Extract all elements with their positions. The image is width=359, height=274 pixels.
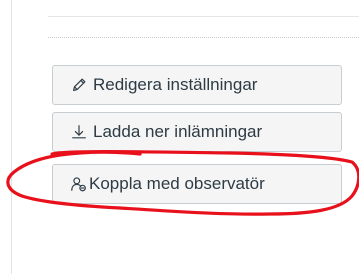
content-left-border <box>11 0 12 274</box>
link-observer-label: Koppla med observatör <box>89 174 265 193</box>
download-submissions-button[interactable]: Ladda ner inlämningar <box>52 112 342 152</box>
edit-settings-label: Redigera inställningar <box>93 75 258 94</box>
download-icon <box>69 122 89 142</box>
section-divider <box>48 16 359 17</box>
observer-icon <box>69 174 89 194</box>
download-submissions-label: Ladda ner inlämningar <box>93 122 263 141</box>
edit-settings-button[interactable]: Redigera inställningar <box>52 65 342 105</box>
link-observer-button[interactable]: Koppla med observatör <box>52 164 342 204</box>
dotted-divider <box>48 37 359 38</box>
pencil-icon <box>69 75 89 95</box>
